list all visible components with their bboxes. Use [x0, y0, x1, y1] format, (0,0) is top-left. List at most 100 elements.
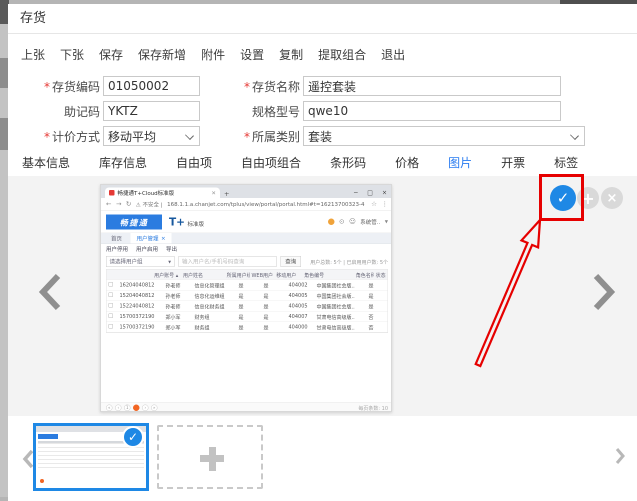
image-preview-area: 畅捷通T+Cloud标准版 × + − □ × ← → ↻ ⚠ 不安全 | 16…	[8, 176, 637, 416]
thumbnail-preview	[38, 434, 58, 439]
form-row: 助记码 规格型号	[8, 101, 637, 121]
url-text: 168.1.1.a.chanjet.com/tplus/view/portal/…	[167, 201, 367, 208]
thumbnail-preview	[40, 479, 44, 483]
user-table: 用户账号 ▴用户姓名所属用户组WEB用户移动用户角色编号角色名称状态 16204…	[106, 269, 388, 333]
browser-menu-icon: ⋮	[382, 201, 389, 209]
tab[interactable]: 自由项组合	[241, 154, 301, 176]
chevron-down-icon	[570, 131, 579, 140]
bookmark-star-icon: ☆	[371, 201, 377, 209]
app-action-link: 用户停用	[106, 245, 128, 253]
current-page-indicator	[133, 405, 140, 412]
selected-check-badge: ✓	[122, 426, 144, 448]
first-page-icon: «	[106, 405, 113, 412]
form-row: *存货编码 *存货名称	[8, 76, 637, 96]
underlying-window-edge	[0, 118, 8, 150]
table-row: 15700372190 郑小军 财务组 是 是 404000 甘肃电信高级版..…	[107, 322, 388, 333]
mnemonic-input[interactable]	[103, 101, 200, 121]
table-row: 15204040812 孙老师 信息化运维组 是 是 404005 中国集团社会…	[107, 291, 388, 302]
row-checkbox-cell	[107, 303, 118, 309]
chevron-down-icon: ▾	[385, 218, 388, 226]
checkbox-icon	[109, 293, 114, 298]
tab-strip: 基本信息库存信息自由项自由项组合条形码价格图片开票标签	[8, 154, 637, 176]
pricing-method-label: *计价方式	[20, 128, 100, 145]
prev-page-icon: ‹	[115, 405, 122, 412]
spec-label: 规格型号	[200, 103, 300, 120]
tab[interactable]: 库存信息	[99, 154, 147, 176]
forward-icon: →	[116, 201, 121, 209]
thumbnails-scroll-right-button[interactable]	[614, 446, 626, 466]
window-controls: − □ ×	[353, 189, 392, 198]
empty-area	[101, 333, 392, 402]
app-nav-tab: 首页	[105, 233, 131, 244]
maximize-icon: □	[367, 189, 373, 196]
app-nav-tabs: 首页用户管理×	[101, 233, 392, 244]
next-image-button[interactable]	[592, 272, 616, 312]
row-checkbox-cell	[107, 293, 118, 299]
toolbar-button[interactable]: 附件	[201, 46, 225, 62]
thumbnail-strip: ✓	[8, 416, 637, 501]
user-table-body: 16204040812 孙老师 信息化管理组 是 是 404002 中国集团社会…	[107, 280, 388, 333]
inventory-name-label: *存货名称	[200, 78, 300, 95]
column-header: 用户姓名	[181, 271, 225, 279]
tab[interactable]: 价格	[395, 154, 419, 176]
add-image-dropzone[interactable]	[157, 425, 263, 489]
browser-address-bar: ← → ↻ ⚠ 不安全 | 168.1.1.a.chanjet.com/tplu…	[101, 198, 392, 211]
inventory-code-label: *存货编码	[20, 78, 100, 95]
browser-tab-bar: 畅捷通T+Cloud标准版 × + − □ ×	[101, 185, 392, 198]
user-search-input: 输入用户名/手机号码查询	[178, 256, 276, 267]
pricing-method-select[interactable]: 移动平均	[103, 126, 200, 146]
underlying-window-edge	[0, 58, 8, 88]
checkbox-icon	[109, 324, 114, 329]
required-mark: *	[244, 130, 250, 144]
column-header: 角色编号	[302, 271, 354, 279]
category-label: *所属类别	[200, 128, 300, 145]
close-icon: ×	[382, 189, 387, 196]
screenshot-browser-window: 畅捷通T+Cloud标准版 × + − □ × ← → ↻ ⚠ 不安全 | 16…	[101, 185, 392, 412]
column-header: 状态	[374, 271, 388, 279]
app-action-link: 用户启用	[136, 245, 158, 253]
row-checkbox-cell	[107, 282, 118, 288]
toolbar-button[interactable]: 保存新增	[138, 46, 186, 62]
toolbar-button[interactable]: 下张	[60, 46, 84, 62]
spec-input[interactable]	[303, 101, 561, 121]
toolbar-button[interactable]: 复制	[279, 46, 303, 62]
inventory-code-input[interactable]	[103, 76, 200, 96]
browser-tab: 畅捷通T+Cloud标准版 ×	[105, 188, 220, 199]
toolbar-button[interactable]: 保存	[99, 46, 123, 62]
checkbox-icon	[109, 282, 114, 287]
plus-icon	[209, 447, 216, 471]
dialog-title: 存货	[8, 4, 637, 34]
toolbar-button[interactable]: 退出	[381, 46, 405, 62]
username-text: 系统管..	[360, 218, 380, 226]
chevron-down-icon	[185, 131, 194, 140]
security-warning: ⚠ 不安全 |	[136, 200, 163, 208]
checkbox-icon	[109, 314, 114, 319]
table-row: 16204040812 孙老师 信息化管理组 是 是 404002 中国集团社会…	[107, 280, 388, 291]
toolbar-button[interactable]: 上张	[21, 46, 45, 62]
table-row: 15224040812 孙老师 信息化财务组 是 是 404005 中国集团社会…	[107, 301, 388, 312]
toolbar-button[interactable]: 设置	[240, 46, 264, 62]
next-page-icon: ›	[142, 405, 149, 412]
category-select[interactable]: 套装	[303, 126, 585, 146]
column-header: WEB用户	[249, 271, 274, 279]
chanjet-logo: 畅捷通	[106, 214, 162, 229]
search-button: 查询	[280, 256, 301, 267]
row-checkbox-cell	[107, 314, 118, 320]
product-name: T+	[169, 216, 185, 228]
tab[interactable]: 开票	[501, 154, 525, 176]
toolbar: 上张下张保存保存新增附件设置复制提取组合退出	[8, 46, 637, 62]
toolbar-button[interactable]: 提取组合	[318, 46, 366, 62]
column-header: 所属用户组	[225, 271, 250, 279]
tab[interactable]: 条形码	[330, 154, 366, 176]
chevron-down-icon: ▾	[168, 258, 171, 265]
previous-image-button[interactable]	[38, 272, 62, 312]
column-header: 移动用户	[274, 271, 302, 279]
inventory-name-input[interactable]	[303, 76, 561, 96]
user-table-header: 用户账号 ▴用户姓名所属用户组WEB用户移动用户角色编号角色名称状态	[107, 270, 388, 281]
tab[interactable]: 基本信息	[22, 154, 70, 176]
tab[interactable]: 自由项	[176, 154, 212, 176]
row-checkbox-cell	[107, 324, 118, 330]
app-action-links: 用户停用用户启用导出	[101, 244, 392, 254]
tab[interactable]: 标签	[554, 154, 578, 176]
remove-image-button[interactable]: ×	[601, 187, 623, 209]
